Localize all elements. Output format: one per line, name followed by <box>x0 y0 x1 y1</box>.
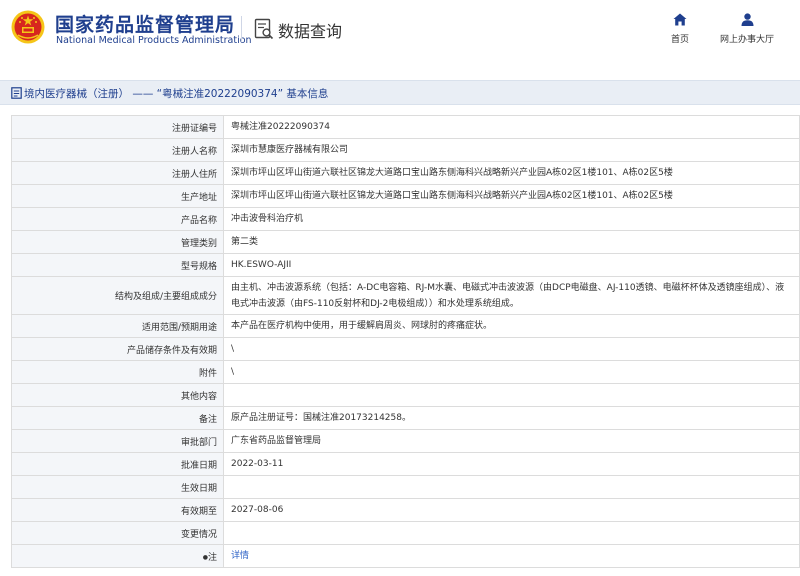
page-section-title: 数据查询 <box>278 22 343 41</box>
field-value: 冲击波骨科治疗机 <box>223 207 800 231</box>
record-title: 境内医疗器械（注册） —— “粤械注准20222090374” 基本信息 <box>24 88 329 100</box>
user-icon <box>741 13 753 26</box>
field-value: 深圳市坪山区坪山街道六联社区锦龙大道路口宝山路东侧海科兴战略新兴产业园A栋02区… <box>223 184 800 208</box>
field-value <box>223 383 800 407</box>
field-value: 由主机、冲击波源系统（包括：A-DC电容箱、RJ-M水囊、电磁式冲击波波源（由D… <box>223 276 800 315</box>
field-value: HK.ESWO-AJII <box>223 253 800 277</box>
field-value: 详情 <box>223 544 800 568</box>
field-value: 2022-03-11 <box>223 452 800 476</box>
table-row: 备注 原产品注册证号：国械注准20173214258。 <box>11 406 800 430</box>
home-icon <box>673 13 687 26</box>
table-row: 其他内容 <box>11 383 800 407</box>
field-label: 产品名称 <box>11 207 224 231</box>
nav-home-label: 首页 <box>670 35 689 45</box>
agency-name-en: National Medical Products Administration <box>56 35 252 46</box>
registration-detail-table: 注册证编号 粤械注准20222090374 注册人名称 深圳市慧康医疗器械有限公… <box>11 115 800 568</box>
record-title-bar: 境内医疗器械（注册） —— “粤械注准20222090374” 基本信息 <box>0 80 800 105</box>
field-label: 有效期至 <box>11 498 224 522</box>
table-row: 生效日期 <box>11 475 800 499</box>
note-label: 注 <box>207 552 217 563</box>
field-value <box>223 475 800 499</box>
site-header: 国家药品监督管理局 National Medical Products Admi… <box>0 0 800 58</box>
field-label: 变更情况 <box>11 521 224 545</box>
table-row: 产品名称 冲击波骨科治疗机 <box>11 207 800 231</box>
field-label: 适用范围/预期用途 <box>11 314 224 338</box>
field-label: 注册证编号 <box>11 115 224 139</box>
table-row: 注册人住所 深圳市坪山区坪山街道六联社区锦龙大道路口宝山路东侧海科兴战略新兴产业… <box>11 161 800 185</box>
table-row: 变更情况 <box>11 521 800 545</box>
table-row: 适用范围/预期用途 本产品在医疗机构中使用，用于缓解肩周炎、网球肘的疼痛症状。 <box>11 314 800 338</box>
field-value: 原产品注册证号：国械注准20173214258。 <box>223 406 800 430</box>
field-value: 广东省药品监督管理局 <box>223 429 800 453</box>
agency-name-cn[interactable]: 国家药品监督管理局 <box>55 10 235 37</box>
table-row: 注册人名称 深圳市慧康医疗器械有限公司 <box>11 138 800 162</box>
field-label: 注册人住所 <box>11 161 224 185</box>
field-value: 本产品在医疗机构中使用，用于缓解肩周炎、网球肘的疼痛症状。 <box>223 314 800 338</box>
nav-online-service-hall-label: 网上办事大厅 <box>719 35 774 45</box>
field-label: 产品储存条件及有效期 <box>11 337 224 361</box>
field-label: 备注 <box>11 406 224 430</box>
table-row: 审批部门 广东省药品监督管理局 <box>11 429 800 453</box>
field-value: 深圳市坪山区坪山街道六联社区锦龙大道路口宝山路东侧海科兴战略新兴产业园A栋02区… <box>223 161 800 185</box>
nav-online-service-hall[interactable]: 网上办事大厅 <box>716 13 778 45</box>
table-row: ●注 详情 <box>11 544 800 568</box>
field-label: 型号规格 <box>11 253 224 277</box>
field-value <box>223 521 800 545</box>
table-row: 生产地址 深圳市坪山区坪山街道六联社区锦龙大道路口宝山路东侧海科兴战略新兴产业园… <box>11 184 800 208</box>
field-label: 结构及组成/主要组成成分 <box>11 276 224 315</box>
field-label: 批准日期 <box>11 452 224 476</box>
table-row: 管理类别 第二类 <box>11 230 800 254</box>
table-row: 型号规格 HK.ESWO-AJII <box>11 253 800 277</box>
field-value: \ <box>223 360 800 384</box>
data-query-icon <box>254 18 274 40</box>
field-value: 2027-08-06 <box>223 498 800 522</box>
field-label: 生效日期 <box>11 475 224 499</box>
nav-home[interactable]: 首页 <box>669 13 691 45</box>
field-label: 审批部门 <box>11 429 224 453</box>
table-row: 批准日期 2022-03-11 <box>11 452 800 476</box>
table-row: 注册证编号 粤械注准20222090374 <box>11 115 800 139</box>
table-row: 产品储存条件及有效期 \ <box>11 337 800 361</box>
field-label-note: ●注 <box>11 544 224 568</box>
field-label: 其他内容 <box>11 383 224 407</box>
table-row: 附件 \ <box>11 360 800 384</box>
document-icon <box>11 87 22 99</box>
field-value: 粤械注准20222090374 <box>223 115 800 139</box>
details-link[interactable]: 详情 <box>231 551 249 561</box>
field-label: 管理类别 <box>11 230 224 254</box>
table-row: 有效期至 2027-08-06 <box>11 498 800 522</box>
field-label: 注册人名称 <box>11 138 224 162</box>
field-label: 生产地址 <box>11 184 224 208</box>
field-label: 附件 <box>11 360 224 384</box>
national-emblem-icon <box>11 10 45 44</box>
table-row: 结构及组成/主要组成成分 由主机、冲击波源系统（包括：A-DC电容箱、RJ-M水… <box>11 276 800 315</box>
field-value: 第二类 <box>223 230 800 254</box>
field-value: 深圳市慧康医疗器械有限公司 <box>223 138 800 162</box>
field-value: \ <box>223 337 800 361</box>
header-divider <box>241 16 242 42</box>
